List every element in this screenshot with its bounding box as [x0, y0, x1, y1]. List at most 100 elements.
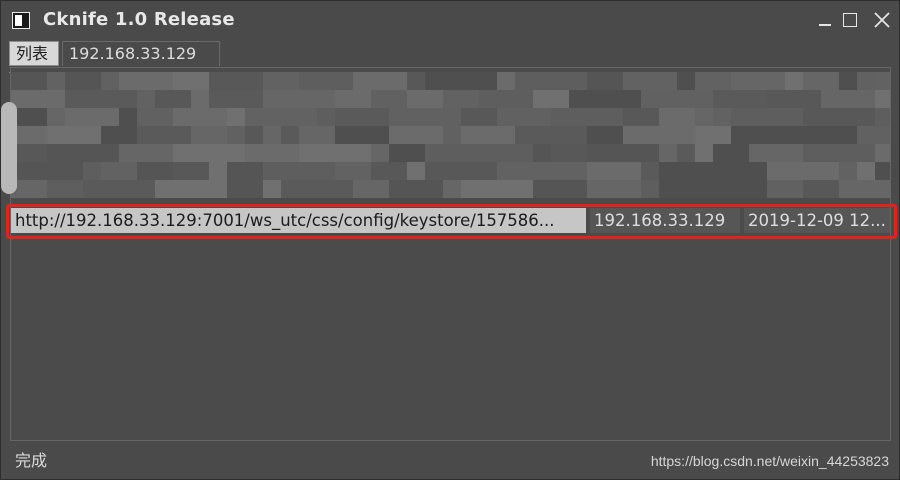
- mosaic-block: [425, 72, 497, 90]
- mosaic-block: [803, 144, 875, 162]
- obscured-list-rows: [11, 68, 890, 204]
- mosaic-block: [479, 90, 533, 108]
- mosaic-block: [173, 162, 209, 180]
- mosaic-block: [137, 108, 173, 126]
- mosaic-block: [371, 162, 407, 180]
- mosaic-block: [875, 144, 890, 162]
- mosaic-block: [641, 180, 659, 198]
- mosaic-block: [65, 108, 119, 126]
- mosaic-block: [803, 126, 857, 144]
- mosaic-block: [119, 144, 173, 162]
- mosaic-block: [857, 90, 875, 108]
- mosaic-block: [11, 72, 47, 90]
- mosaic-block: [137, 126, 191, 144]
- mosaic-block: [335, 162, 371, 180]
- mosaic-block: [263, 90, 335, 108]
- mosaic-block: [227, 180, 263, 198]
- mosaic-block: [155, 90, 191, 108]
- mosaic-block: [119, 72, 173, 90]
- mosaic-block: [389, 180, 443, 198]
- mosaic-block: [425, 144, 479, 162]
- mosaic-block: [659, 108, 695, 126]
- mosaic-block: [569, 90, 641, 108]
- mosaic-block: [857, 162, 875, 180]
- close-x-glyph: [874, 12, 890, 28]
- mosaic-block: [533, 180, 587, 198]
- title-bar[interactable]: Cknife 1.0 Release: [1, 1, 899, 39]
- mosaic-block: [677, 144, 695, 162]
- mosaic-block: [353, 72, 407, 90]
- tab-list[interactable]: 列表: [9, 41, 59, 66]
- maximize-icon[interactable]: [840, 10, 860, 30]
- mosaic-block: [83, 180, 155, 198]
- mosaic-block: [65, 90, 137, 108]
- mosaic-block: [461, 126, 515, 144]
- highlight-box: [6, 204, 897, 239]
- mosaic-block: [245, 126, 263, 144]
- mosaic-block: [389, 144, 425, 162]
- mosaic-block: [227, 108, 245, 126]
- mosaic-block: [497, 108, 551, 126]
- mosaic-block: [11, 90, 65, 108]
- mosaic-block: [299, 126, 335, 144]
- mosaic-block: [191, 90, 209, 108]
- mosaic-block: [101, 72, 119, 90]
- mosaic-block: [191, 126, 227, 144]
- mosaic-block: [245, 144, 299, 162]
- mosaic-block: [173, 108, 227, 126]
- mosaic-block: [47, 144, 119, 162]
- mosaic-block: [263, 162, 335, 180]
- mosaic-block: [11, 162, 83, 180]
- mosaic-block: [731, 108, 803, 126]
- mosaic-block: [587, 126, 623, 144]
- mosaic-block: [659, 162, 731, 180]
- mosaic-block: [173, 144, 245, 162]
- mosaic-block: [587, 72, 623, 90]
- mosaic-block: [533, 144, 551, 162]
- mosaic-block: [713, 90, 767, 108]
- mosaic-block: [623, 126, 695, 144]
- status-text: 完成: [15, 451, 48, 470]
- mosaic-block: [263, 126, 281, 144]
- mosaic-block: [713, 144, 749, 162]
- mosaic-block: [101, 126, 137, 144]
- mosaic-block: [875, 72, 890, 90]
- mosaic-block: [533, 90, 569, 108]
- mosaic-block: [281, 126, 299, 144]
- app-window: Cknife 1.0 Release 列表 192.168.33.129 htt…: [0, 0, 900, 480]
- mosaic-block: [677, 72, 695, 90]
- watermark: https://blog.csdn.net/weixin_44253823: [650, 453, 889, 469]
- mosaic-block: [551, 108, 623, 126]
- mosaic-block: [857, 72, 875, 90]
- mosaic-block: [875, 108, 890, 126]
- mosaic-block: [407, 90, 443, 108]
- mosaic-block: [515, 72, 587, 90]
- mosaic-block: [209, 72, 263, 90]
- tab-host[interactable]: 192.168.33.129: [62, 41, 220, 66]
- mosaic-block: [461, 180, 533, 198]
- mosaic-block: [281, 180, 353, 198]
- window-title: Cknife 1.0 Release: [43, 9, 235, 30]
- mosaic-block: [137, 90, 155, 108]
- mosaic-block: [875, 90, 890, 108]
- mosaic-block: [65, 72, 101, 90]
- mosaic-block: [335, 108, 389, 126]
- mosaic-block: [47, 180, 83, 198]
- mosaic-block: [299, 72, 353, 90]
- mosaic-block: [119, 108, 137, 126]
- mosaic-block: [407, 72, 425, 90]
- mosaic-block: [839, 180, 890, 198]
- mosaic-block: [749, 144, 803, 162]
- mosaic-block: [83, 162, 101, 180]
- mosaic-block: [65, 126, 101, 144]
- mosaic-block: [137, 162, 173, 180]
- mosaic-block: [587, 180, 641, 198]
- mosaic-block: [731, 126, 803, 144]
- mosaic-block: [785, 72, 803, 90]
- mosaic-block: [695, 180, 767, 198]
- mosaic-block: [497, 72, 515, 90]
- close-icon[interactable]: [872, 10, 892, 30]
- mosaic-block: [713, 108, 731, 126]
- mosaic-block: [317, 108, 335, 126]
- minimize-icon[interactable]: [815, 10, 835, 30]
